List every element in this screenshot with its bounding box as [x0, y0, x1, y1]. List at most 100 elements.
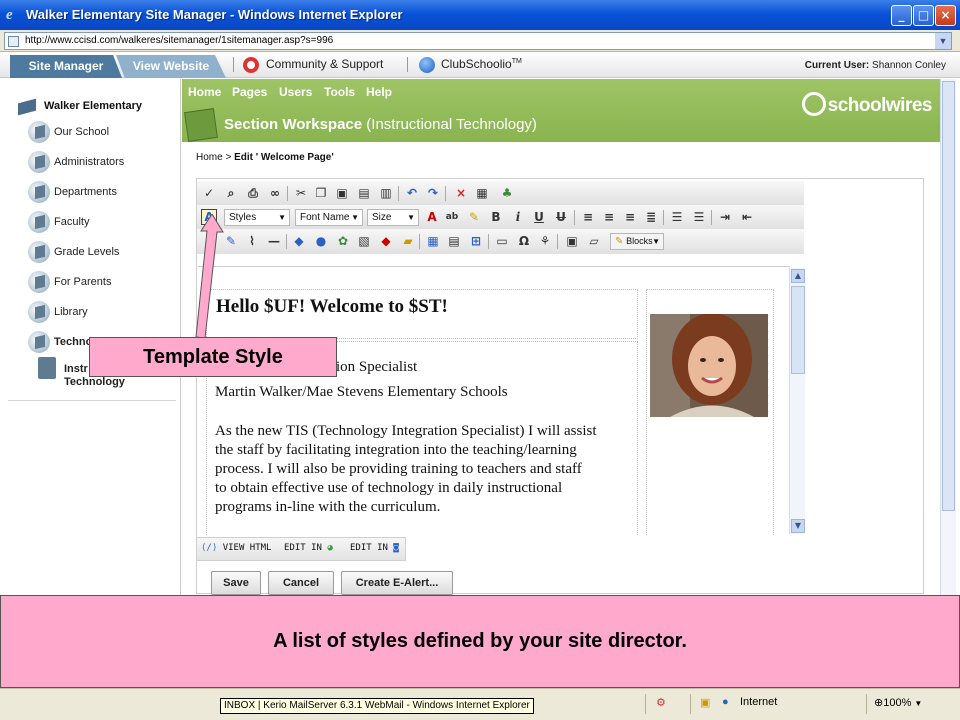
absolute-position-icon[interactable]: ⚘: [538, 234, 552, 248]
properties-icon[interactable]: ▦: [475, 186, 489, 200]
content-paragraph-line-3: process. I will also be providing traini…: [215, 461, 582, 477]
menu-tools[interactable]: Tools: [324, 85, 355, 99]
redo-icon[interactable]: ↷: [426, 186, 440, 200]
frontpage-icon: ◙: [393, 543, 399, 553]
horizontal-rule-icon[interactable]: —: [267, 234, 281, 248]
section-icon: [28, 211, 50, 233]
zoom-level[interactable]: ⊕100% ▼: [874, 696, 922, 709]
current-user: Current User: Shannon Conley: [805, 60, 946, 71]
community-support-link[interactable]: Community & Support: [266, 57, 383, 71]
tab-view-html[interactable]: ⟨/⟩ VIEW HTML: [201, 543, 271, 553]
menu-help[interactable]: Help: [366, 85, 392, 99]
blocks-select[interactable]: ✎ Blocks ▼: [610, 233, 664, 250]
highlight-icon[interactable]: ✎: [467, 210, 481, 224]
document-icon[interactable]: ▰: [401, 234, 415, 248]
breadcrumb-separator: >: [225, 152, 232, 163]
close-button[interactable]: ×: [935, 5, 956, 26]
privacy-icon[interactable]: ⚙: [656, 696, 666, 709]
hyperlink-icon[interactable]: ●: [314, 234, 328, 248]
styles-select[interactable]: Styles ▼: [224, 209, 290, 226]
tab-site-manager[interactable]: Site Manager: [10, 55, 122, 78]
lifering-icon: [243, 57, 259, 73]
table-icon[interactable]: ▦: [426, 234, 440, 248]
spellcheck-icon[interactable]: ✓: [202, 186, 216, 200]
bulleted-list-icon[interactable]: ☰: [692, 210, 706, 224]
numbered-list-icon[interactable]: ☰: [670, 210, 684, 224]
edit-link-icon[interactable]: ✎: [224, 234, 238, 248]
paste-word-icon[interactable]: ▥: [379, 186, 393, 200]
tab-view-website[interactable]: View Website: [116, 55, 226, 78]
tab-edit-in-frontpage[interactable]: EDIT IN ◙: [350, 543, 399, 553]
clubschoolio-link[interactable]: ClubSchoolioTM: [441, 57, 522, 71]
address-dropdown-icon[interactable]: ▼: [935, 33, 951, 49]
scroll-down-icon[interactable]: ▼: [791, 519, 805, 533]
attach-icon[interactable]: ⌇: [245, 234, 259, 248]
form-icon[interactable]: ▭: [495, 234, 509, 248]
chevron-down-icon: ▼: [652, 237, 660, 246]
strikethrough-button[interactable]: U: [554, 210, 568, 224]
flash-icon[interactable]: ◆: [379, 234, 393, 248]
save-button[interactable]: Save: [211, 571, 261, 595]
font-name-select[interactable]: Font Name ▼: [295, 209, 363, 226]
table-edit-icon[interactable]: ▤: [447, 234, 461, 248]
trademark-mark: TM: [511, 58, 522, 65]
minimize-button[interactable]: _: [891, 5, 912, 26]
section-icon: [28, 241, 50, 263]
create-ealert-button[interactable]: Create E-Alert...: [341, 571, 453, 595]
editor-scrollbar[interactable]: ▲ ▼: [789, 268, 805, 534]
tab-view-html-label: VIEW HTML: [222, 543, 272, 553]
print-icon[interactable]: ⎙: [246, 186, 260, 200]
editor-mode-tabs: ⟨/⟩ VIEW HTML EDIT IN ◕ EDIT IN ◙: [196, 537, 406, 561]
media-icon[interactable]: ▧: [357, 234, 371, 248]
undo-icon[interactable]: ↶: [405, 186, 419, 200]
indent-icon[interactable]: ⇥: [718, 210, 732, 224]
delete-icon[interactable]: ×: [454, 186, 468, 200]
size-select[interactable]: Size ▼: [367, 209, 419, 226]
title-bar: e Walker Elementary Site Manager - Windo…: [0, 0, 960, 30]
special-character-button[interactable]: Ω: [517, 234, 531, 248]
address-bar: http://www.ccisd.com/walkeres/sitemanage…: [0, 30, 960, 52]
image-icon[interactable]: ✿: [336, 234, 350, 248]
editor-scrollbar-thumb[interactable]: [791, 286, 805, 374]
tab-edit-in-dreamweaver[interactable]: EDIT IN ◕: [284, 543, 333, 553]
justify-icon[interactable]: ≣: [644, 210, 658, 224]
address-field[interactable]: http://www.ccisd.com/walkeres/sitemanage…: [4, 32, 952, 50]
menu-users[interactable]: Users: [279, 85, 312, 99]
align-right-icon[interactable]: ≡: [623, 210, 637, 224]
toolbar-divider: [557, 234, 558, 249]
paste-icon[interactable]: ▣: [335, 186, 349, 200]
school-icon: [16, 95, 40, 117]
callout-arrow: [195, 214, 224, 339]
spell-icon[interactable]: ab: [445, 210, 459, 224]
binoculars-icon[interactable]: ∞: [268, 186, 282, 200]
breadcrumb-home[interactable]: Home: [196, 152, 223, 163]
cut-icon[interactable]: ✂: [294, 186, 308, 200]
paragraph-icon[interactable]: ▣: [565, 234, 579, 248]
outdent-icon[interactable]: ⇤: [740, 210, 754, 224]
blocks-select-value: Blocks: [626, 236, 653, 246]
menu-home[interactable]: Home: [188, 85, 221, 99]
page-scrollbar-thumb[interactable]: [942, 81, 955, 511]
align-center-icon[interactable]: ≡: [602, 210, 616, 224]
scroll-up-icon[interactable]: ▲: [791, 269, 805, 283]
bold-button[interactable]: B: [489, 210, 503, 224]
content-paragraph-line-4: to obtain effective use of technology in…: [215, 480, 563, 496]
font-color-icon[interactable]: A: [425, 210, 439, 224]
page-scrollbar[interactable]: [940, 79, 956, 595]
cell-icon[interactable]: ⊞: [469, 234, 483, 248]
menu-pages[interactable]: Pages: [232, 85, 267, 99]
find-icon[interactable]: ⌕: [224, 186, 238, 200]
align-left-icon[interactable]: ≡: [581, 210, 595, 224]
anchor-icon[interactable]: ◆: [292, 234, 306, 248]
toolbar-divider: [398, 186, 399, 201]
copy-icon[interactable]: ❐: [314, 186, 328, 200]
italic-button[interactable]: i: [511, 210, 525, 224]
eraser-icon[interactable]: ▱: [587, 234, 601, 248]
editor-content[interactable]: Hello $UF! Welcome to $ST! Technology In…: [198, 266, 790, 536]
chevron-down-icon: ▼: [278, 213, 286, 222]
underline-button[interactable]: U: [532, 210, 546, 224]
maximize-button[interactable]: □: [913, 5, 934, 26]
cancel-button[interactable]: Cancel: [268, 571, 334, 595]
preview-icon[interactable]: ♣: [500, 186, 514, 200]
paste-text-icon[interactable]: ▤: [357, 186, 371, 200]
